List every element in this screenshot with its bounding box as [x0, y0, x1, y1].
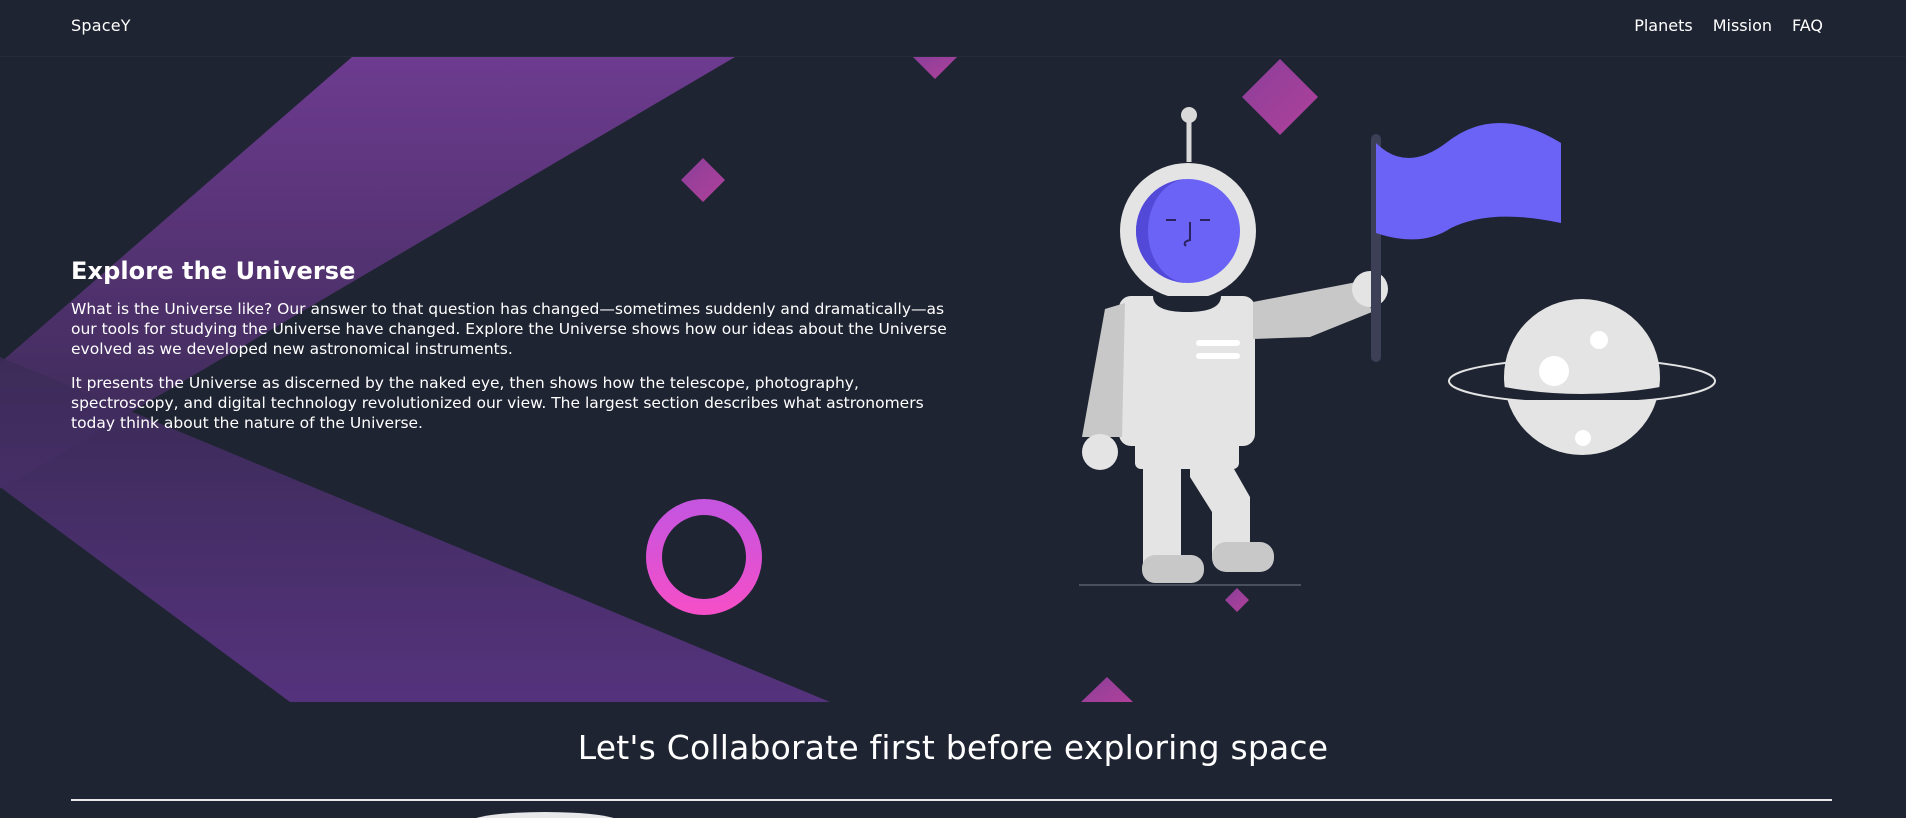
partial-section-shape: [470, 812, 620, 818]
hero-paragraph-1: What is the Universe like? Our answer to…: [71, 300, 947, 358]
hero-section: Explore the Universe What is the Univers…: [0, 57, 1906, 702]
nav-links: Planets Mission FAQ: [1634, 16, 1823, 35]
collaborate-title: Let's Collaborate first before exploring…: [577, 728, 1329, 767]
hero-paragraph-2: It presents the Universe as discerned by…: [71, 374, 924, 432]
navbar: SpaceY Planets Mission FAQ: [0, 0, 1906, 57]
nav-link-faq[interactable]: FAQ: [1792, 16, 1823, 35]
astronaut-illustration: [1079, 107, 1561, 586]
brand-link[interactable]: SpaceY: [71, 16, 131, 35]
hero-text: Explore the Universe What is the Univers…: [71, 257, 951, 447]
nav-link-planets[interactable]: Planets: [1634, 16, 1693, 35]
nav-link-mission[interactable]: Mission: [1713, 16, 1772, 35]
hero-title: Explore the Universe: [71, 257, 356, 285]
ring-shape: [646, 499, 762, 615]
section-divider: [71, 799, 1832, 801]
ringed-planet-illustration: [1448, 299, 1716, 455]
